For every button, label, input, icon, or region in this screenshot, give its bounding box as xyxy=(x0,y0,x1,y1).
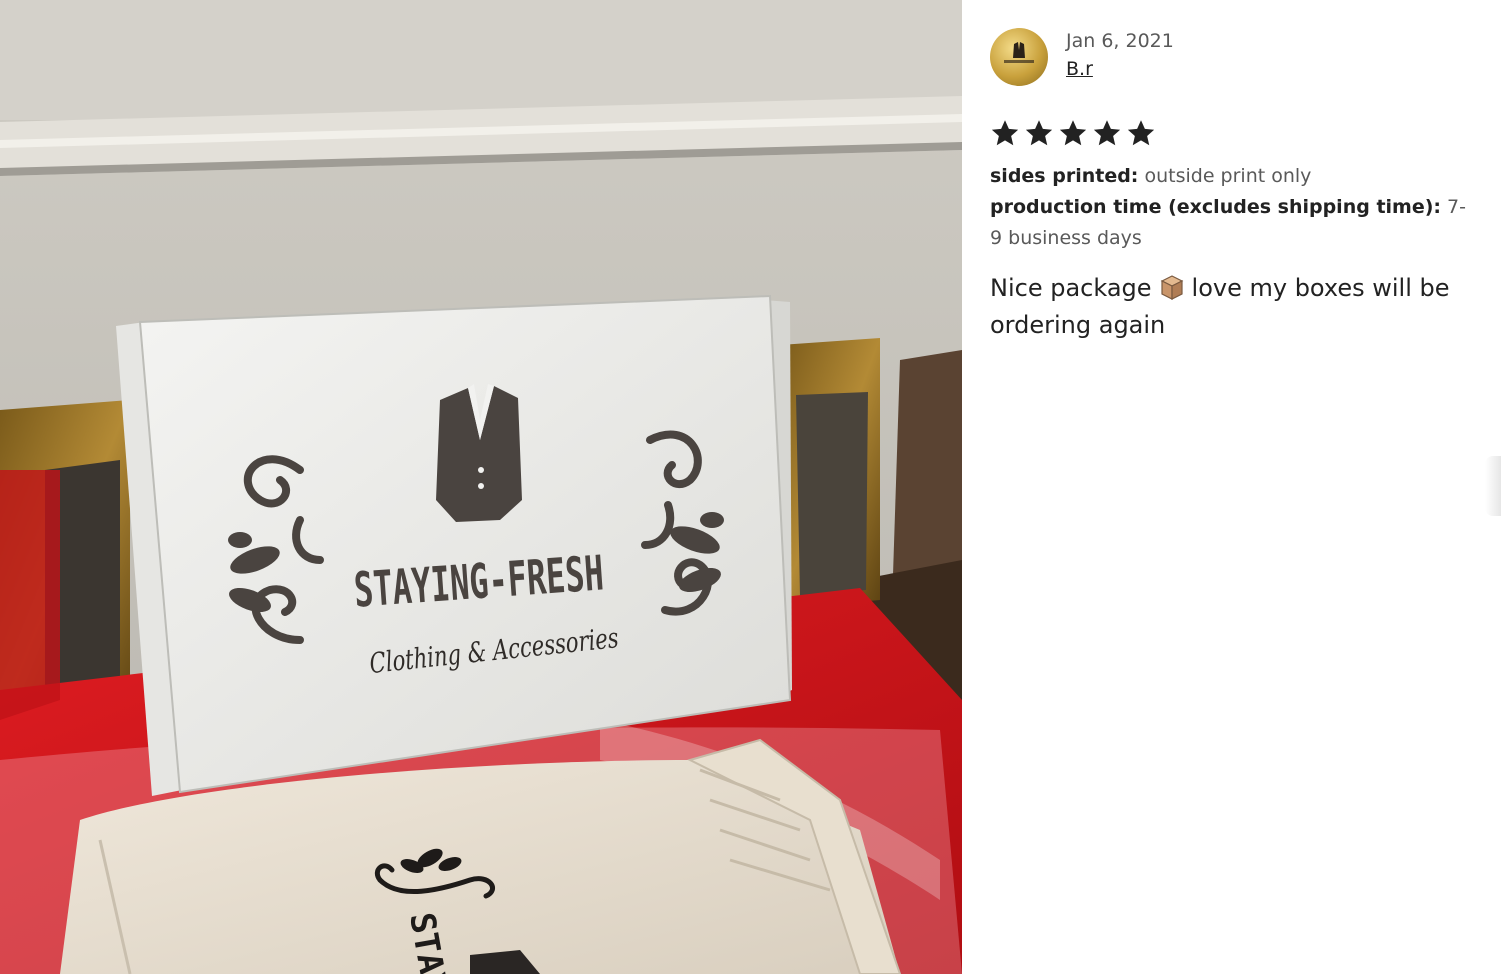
review-text: Nice package love my boxes will be order… xyxy=(990,270,1480,344)
reviewer-avatar[interactable] xyxy=(990,28,1048,86)
star-icon xyxy=(1059,120,1087,146)
variation-production-time: production time (excludes shipping time)… xyxy=(990,192,1470,254)
avatar-logo-icon xyxy=(1004,42,1034,63)
review-variations: sides printed: outside print only produc… xyxy=(990,161,1470,254)
variation-label: sides printed: xyxy=(990,165,1139,187)
star-icon xyxy=(1127,120,1155,146)
variation-label: production time (excludes shipping time)… xyxy=(990,196,1441,218)
variation-sides-printed: sides printed: outside print only xyxy=(990,161,1470,192)
package-icon xyxy=(1160,275,1183,300)
reviewer-name-link[interactable]: B.r xyxy=(1066,58,1093,80)
review-date: Jan 6, 2021 xyxy=(1066,30,1174,52)
star-icon xyxy=(991,120,1019,146)
review-panel: Jan 6, 2021 B.r sides printed: outside p… xyxy=(962,0,1501,974)
rating-stars xyxy=(990,118,1156,148)
star-icon xyxy=(1093,120,1121,146)
star-icon xyxy=(1025,120,1053,146)
variation-value: outside print only xyxy=(1144,165,1312,187)
scroll-edge xyxy=(1485,456,1501,516)
review-photo[interactable]: STAYING-FRESH Clothing & Accessories STA… xyxy=(0,0,962,974)
photo-scene: STAYING-FRESH Clothing & Accessories STA… xyxy=(0,0,962,974)
review-text-part: Nice package xyxy=(990,274,1152,302)
